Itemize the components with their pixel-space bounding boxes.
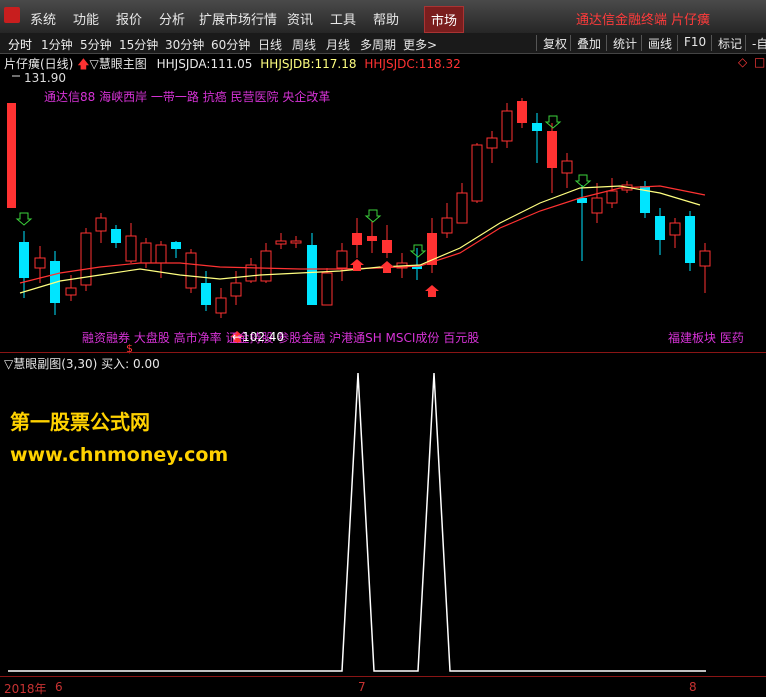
menu-item-news[interactable]: 资讯 — [287, 9, 313, 28]
candle-body — [382, 240, 392, 253]
sell-signal-arrow-icon — [574, 174, 592, 188]
candle-body — [290, 240, 302, 244]
month-7-label: 7 — [358, 680, 366, 694]
menu-bar: 系统 功能 报价 分析 扩展市场行情 资讯 工具 帮助 市场 通达信金融终端 片… — [0, 0, 766, 34]
year-label: 2018年 — [4, 682, 47, 696]
sell-signal-arrow-icon — [364, 209, 382, 223]
candle-body — [215, 297, 227, 314]
candle-body — [655, 216, 665, 240]
date-axis: 2018年 6 7 8 — [0, 676, 766, 697]
market-button[interactable]: 市场 — [424, 6, 465, 33]
candle-body — [606, 190, 618, 204]
menu-item-extended-market[interactable]: 扩展市场行情 — [199, 9, 277, 28]
menu-item-help[interactable]: 帮助 — [373, 9, 399, 28]
candle-body — [486, 137, 498, 149]
buy-signal-arrow-icon — [380, 261, 394, 273]
sell-signal-arrow-icon — [409, 244, 427, 258]
period-daily[interactable]: 日线 — [258, 36, 282, 53]
candle-body — [669, 222, 681, 236]
candle-body — [260, 250, 272, 282]
candle-body — [471, 144, 483, 202]
watermark-url: www.chnmoney.com — [10, 444, 229, 466]
draw-line-button[interactable]: 画线 — [641, 35, 672, 51]
candle-body — [352, 233, 362, 245]
price-ruler-bar — [7, 103, 16, 208]
candle-body — [517, 101, 527, 123]
candle-body — [65, 287, 77, 296]
candle-body — [275, 240, 287, 245]
candle-body — [230, 282, 242, 297]
watermark-site-name: 第一股票公式网 — [10, 410, 150, 434]
candle-body — [185, 252, 197, 289]
candle-body — [336, 250, 348, 269]
candle-body — [532, 123, 542, 131]
candle-body — [111, 229, 121, 243]
terminal-title: 通达信金融终端 片仔癀 — [576, 13, 711, 28]
menu-item-function[interactable]: 功能 — [73, 9, 99, 28]
period-30min[interactable]: 30分钟 — [165, 36, 204, 53]
period-5min[interactable]: 5分钟 — [80, 36, 112, 53]
candle-body — [561, 160, 573, 174]
app-logo-icon — [4, 7, 20, 23]
buy-signal-arrow-icon — [425, 285, 439, 297]
candle-body — [367, 236, 377, 241]
candle-body — [501, 110, 513, 142]
candle-body — [441, 217, 453, 234]
candle-body — [699, 250, 711, 267]
period-monthly[interactable]: 月线 — [326, 36, 350, 53]
period-weekly[interactable]: 周线 — [292, 36, 316, 53]
menu-item-tools[interactable]: 工具 — [330, 9, 356, 28]
sell-signal-arrow-icon — [15, 212, 33, 226]
menu-item-system[interactable]: 系统 — [30, 9, 56, 28]
month-6-label: 6 — [55, 680, 63, 694]
main-chart-panel[interactable]: 片仔癀(日线) 🡅▽慧眼主图 HHJSJDA:111.05 HHJSJDB:11… — [0, 53, 766, 355]
menu-item-analysis[interactable]: 分析 — [159, 9, 185, 28]
candle-body — [19, 242, 29, 278]
period-toolbar: 分时 1分钟 5分钟 15分钟 30分钟 60分钟 日线 周线 月线 多周期 更… — [0, 33, 766, 54]
period-intraday[interactable]: 分时 — [8, 36, 32, 53]
candle-body — [155, 244, 167, 264]
low-price-label: ←102.40 — [232, 330, 285, 344]
high-price-label: 131.90 — [24, 71, 66, 85]
top-concept-tags: 通达信88 海峡西岸 一带一路 抗癌 民营医院 央企改革 — [44, 90, 331, 104]
statistics-button[interactable]: 统计 — [606, 35, 637, 51]
sub-chart-panel[interactable]: ▽慧眼副图(3,30) 买入: 0.00 — [0, 353, 766, 673]
month-8-label: 8 — [689, 680, 697, 694]
candle-body — [95, 217, 107, 232]
custom-button[interactable]: -自 — [745, 35, 766, 51]
restore-rights-button[interactable]: 复权 — [536, 35, 567, 51]
candle-body — [685, 216, 695, 263]
sell-signal-arrow-icon — [544, 115, 562, 129]
period-more[interactable]: 更多> — [403, 36, 437, 53]
candle-body — [307, 245, 317, 305]
candle-body — [547, 131, 557, 168]
period-multi[interactable]: 多周期 — [360, 36, 396, 53]
candle-body — [201, 283, 211, 305]
period-60min[interactable]: 60分钟 — [211, 36, 250, 53]
f10-button[interactable]: F10 — [677, 35, 706, 51]
period-15min[interactable]: 15分钟 — [119, 36, 158, 53]
candle-body — [34, 257, 46, 269]
mark-button[interactable]: 标记 — [711, 35, 742, 51]
candle-body — [125, 235, 137, 262]
menu-item-quote[interactable]: 报价 — [116, 9, 142, 28]
candle-body — [591, 197, 603, 214]
candle-body — [321, 272, 333, 306]
right-concept-tags: 福建板块 医药 — [668, 331, 744, 345]
overlay-button[interactable]: 叠加 — [570, 35, 601, 51]
candle-body — [171, 242, 181, 249]
sub-signal-chart — [8, 372, 706, 672]
period-1min[interactable]: 1分钟 — [41, 36, 73, 53]
candle-body — [456, 192, 468, 224]
candle-body — [140, 242, 152, 264]
